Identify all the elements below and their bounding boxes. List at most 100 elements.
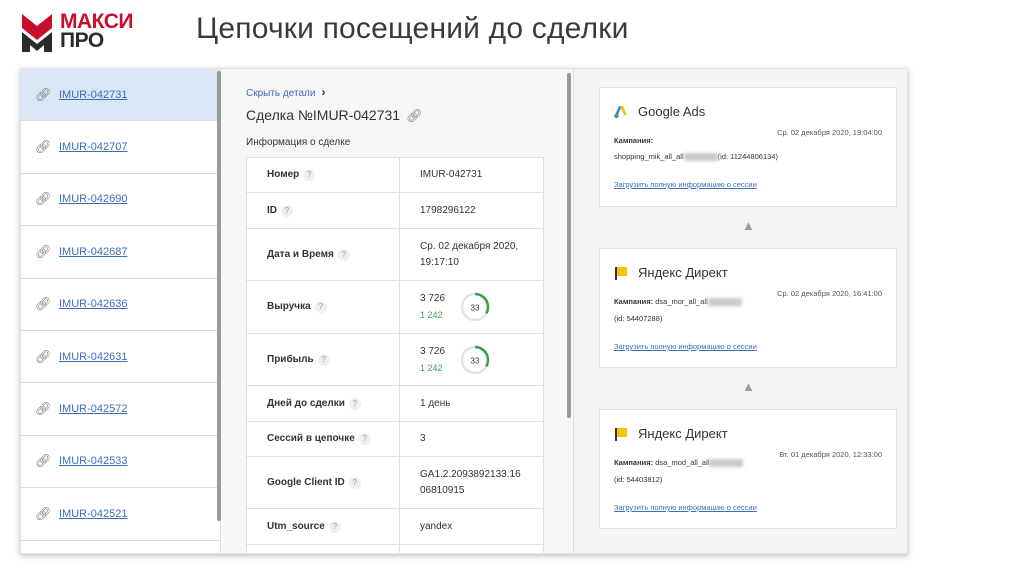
deal-list-item[interactable]: 🔗︎ IMUR-042636 [21, 279, 220, 331]
load-session-link[interactable]: Загрузить полную информацию о сессии [614, 342, 757, 351]
deal-link[interactable]: IMUR-042636 [59, 298, 127, 310]
redacted-text [683, 153, 718, 162]
deal-link[interactable]: IMUR-042687 [59, 246, 127, 258]
deal-list-scrollbar[interactable] [217, 71, 221, 521]
deal-list-item[interactable]: 🔗︎ IMUR-042690 [21, 174, 220, 227]
table-row: Google Client ID? GA1.2.2093892133.16 068… [246, 456, 544, 509]
table-row: Прибыль? 3 726 1 242 33 [246, 333, 544, 386]
row-label-datetime: Дата и Время [267, 248, 334, 260]
logo-line2: ПРО [60, 29, 104, 52]
revenue-ring-value: 33 [471, 304, 480, 313]
row-label-gcid: Google Client ID [267, 476, 345, 488]
help-icon[interactable]: ? [317, 353, 330, 366]
deal-link[interactable]: IMUR-042631 [59, 351, 127, 363]
app-window: 🔗︎ IMUR-042731 🔗︎ IMUR-042707 🔗︎ IMUR-04… [20, 68, 908, 554]
deal-list-item[interactable]: 🔗︎ IMUR-042521 [21, 488, 220, 541]
arrow-up-icon: ▲ [742, 218, 755, 233]
session-chain-panel: Google Ads Ср. 02 декабря 2020, 19:04:00… [573, 69, 907, 553]
revenue-sub-value: 1 242 [420, 310, 443, 320]
help-icon[interactable]: ? [303, 169, 316, 181]
link-icon: 🔗︎ [35, 191, 52, 207]
deal-link[interactable]: IMUR-042707 [59, 141, 127, 153]
load-session-link[interactable]: Загрузить полную информацию о сессии [614, 503, 757, 512]
link-icon: 🔗︎ [35, 348, 52, 364]
row-value-days: 1 день [399, 385, 544, 422]
session-source: Google Ads [638, 104, 706, 119]
deal-details-panel: Скрыть детали › Сделка №IMUR-042731 🔗︎ Инф… [222, 69, 572, 553]
campaign-id: (id: 54407288) [614, 314, 663, 323]
deal-list-item[interactable]: 🔗︎ IMUR-042572 [21, 383, 220, 436]
row-value-gcid-line2: 06810915 [420, 484, 465, 496]
deal-info-heading: Информация о сделке [246, 137, 351, 148]
link-icon: 🔗︎ [35, 453, 52, 469]
help-icon[interactable]: ? [281, 204, 293, 217]
deal-info-table: Номер? IMUR-042731 ID? 1798296122 Дата и… [246, 157, 544, 553]
deal-link[interactable]: IMUR-042533 [59, 455, 127, 467]
row-value-gcid-line1: GA1.2.2093892133.16 [420, 468, 521, 480]
help-icon[interactable]: ? [328, 520, 341, 533]
deal-title-text: Сделка №IMUR-042731 [246, 107, 401, 123]
deal-link[interactable]: IMUR-042731 [59, 89, 127, 101]
session-card: Яндекс Директ Ср. 02 декабря 2020, 16:41… [599, 248, 897, 368]
campaign-label: Кампания: [614, 458, 654, 467]
link-icon: 🔗︎ [35, 296, 52, 312]
link-icon: 🔗︎ [35, 86, 52, 102]
deal-link[interactable]: IMUR-042690 [59, 193, 127, 205]
details-scrollbar[interactable] [567, 73, 571, 418]
revenue-value: 3 726 [420, 293, 446, 304]
deal-list-item[interactable]: 🔗︎ IMUR-042707 [21, 121, 220, 174]
table-row: Дней до сделки? 1 день [246, 385, 544, 422]
page-title: Цепочки посещений до сделки [196, 12, 629, 45]
session-date: Ср. 02 декабря 2020, 19:04:00 [777, 128, 882, 137]
campaign-name: dsa_mod_all_all [655, 458, 710, 467]
link-icon: 🔗︎ [35, 401, 52, 417]
deal-list-item[interactable]: 🔗︎ IMUR-042631 [21, 331, 220, 384]
row-label-id: ID [267, 204, 277, 216]
deal-title: Сделка №IMUR-042731 🔗︎ [246, 107, 423, 124]
deal-list: 🔗︎ IMUR-042731 🔗︎ IMUR-042707 🔗︎ IMUR-04… [21, 69, 221, 553]
help-icon[interactable]: ? [348, 397, 361, 410]
deal-link[interactable]: IMUR-042572 [59, 403, 127, 415]
copy-link-icon[interactable]: 🔗︎ [406, 108, 423, 123]
table-row: Номер? IMUR-042731 [246, 157, 544, 193]
row-label-days: Дней до сделки [267, 397, 345, 409]
row-value-datetime-line2: 19:17:10 [420, 256, 459, 268]
link-icon: 🔗︎ [35, 243, 52, 259]
yandex-direct-icon [615, 427, 627, 441]
session-date: Вт. 01 декабря 2020, 12:33:00 [779, 450, 882, 459]
hide-details-button[interactable]: Скрыть детали › [246, 85, 325, 99]
profit-ring-value: 33 [471, 356, 480, 365]
campaign-label: Кампания: [614, 297, 654, 306]
deal-list-item[interactable]: 🔗︎ IMUR-042731 [21, 69, 220, 122]
deal-link[interactable]: IMUR-042521 [59, 508, 127, 520]
campaign-name: shopping_mik_all_all [614, 152, 684, 161]
session-card: Google Ads Ср. 02 декабря 2020, 19:04:00… [599, 87, 897, 207]
campaign-label: Кампания: [614, 136, 654, 145]
deal-list-item[interactable]: 🔗︎ IMUR-042687 [21, 226, 220, 279]
help-icon[interactable]: ? [337, 248, 350, 261]
row-value-utm-source: yandex [399, 508, 544, 545]
table-row: Сессий в цепочке? 3 [246, 421, 544, 457]
table-row: ID? 1798296122 [246, 192, 544, 229]
yandex-direct-icon [615, 266, 627, 280]
campaign-id: (id: 11244806134) [717, 152, 778, 161]
redacted-text [709, 459, 744, 468]
revenue-progress-ring-icon: 33 [460, 292, 490, 322]
profit-sub-value: 1 242 [420, 362, 443, 373]
help-icon[interactable]: ? [314, 301, 327, 313]
google-ads-icon [614, 105, 627, 118]
profit-progress-ring-icon: 33 [460, 345, 490, 374]
row-value-datetime-line1: Ср. 02 декабря 2020, [420, 240, 519, 252]
redacted-text [707, 298, 742, 307]
row-value-id: 1798296122 [399, 192, 544, 229]
chevron-right-icon: › [321, 85, 326, 99]
row-value-number: IMUR-042731 [399, 157, 544, 193]
load-session-link[interactable]: Загрузить полную информацию о сессии [614, 180, 757, 189]
help-icon[interactable]: ? [358, 433, 371, 445]
table-row [246, 544, 544, 553]
help-icon[interactable]: ? [348, 476, 361, 489]
row-label-utm-source: Utm_source [267, 520, 325, 532]
deal-list-item[interactable]: 🔗︎ IMUR-042533 [21, 436, 220, 489]
link-icon: 🔗︎ [35, 139, 52, 155]
link-icon: 🔗︎ [35, 505, 52, 521]
